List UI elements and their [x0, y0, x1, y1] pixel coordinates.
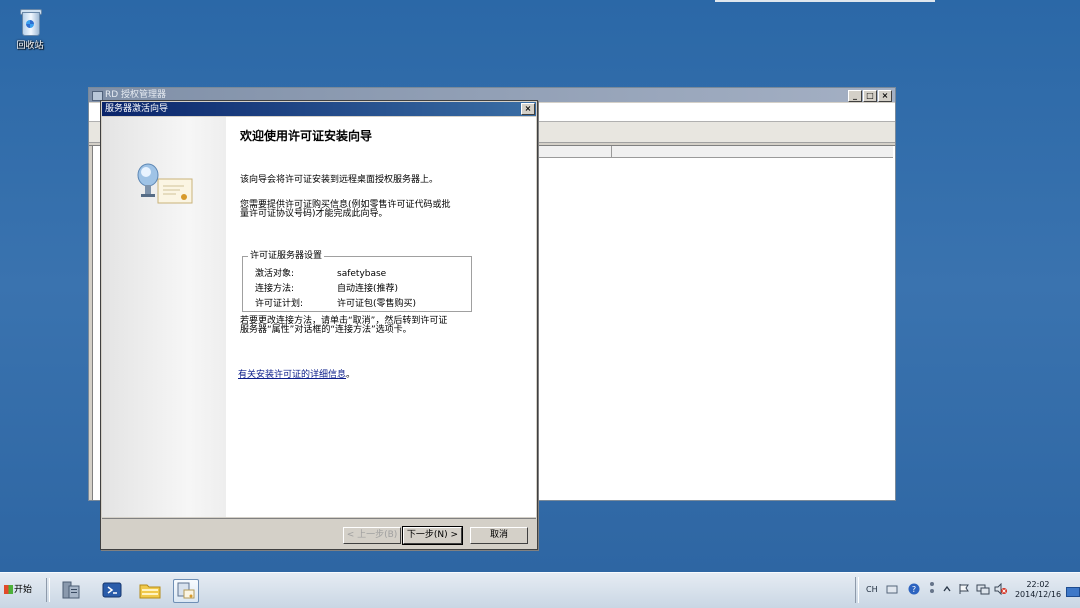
svg-text:?: ?: [912, 585, 916, 594]
more-info: 有关安装许可证的详细信息。: [238, 367, 355, 380]
language-indicator[interactable]: CH: [866, 585, 878, 594]
wizard-sidebar: [102, 117, 226, 517]
volume-muted-icon[interactable]: [994, 583, 1008, 595]
clock-time: 22:02: [1026, 580, 1050, 589]
powershell-button[interactable]: [100, 579, 124, 601]
column-divider[interactable]: [611, 146, 612, 157]
more-info-suffix: 。: [346, 370, 356, 380]
recycle-bin-label: 回收站: [16, 41, 44, 51]
change-method-text-line2: 服务器“属性”对话框的“连接方法”选项卡。: [240, 325, 412, 335]
dialog-titlebar[interactable]: 服务器激活向导 ×: [102, 102, 536, 116]
rd-licensing-icon: [177, 582, 195, 599]
taskbar-separator: [46, 578, 50, 602]
start-label: 开始: [14, 585, 33, 595]
back-button[interactable]: < 上一步(B): [343, 527, 401, 544]
setting-key: 激活对象:: [255, 269, 295, 279]
license-server-settings-group: 许可证服务器设置 激活对象: safetybase 连接方法: 自动连接(推荐) 许…: [242, 251, 472, 312]
setting-value: 许可证包(零售购买): [337, 299, 417, 309]
requirement-text-line2: 量许可证协议号码)才能完成此向导。: [240, 209, 388, 219]
help-icon[interactable]: ?: [908, 583, 920, 595]
recycle-bin-shortcut[interactable]: 回收站: [10, 6, 50, 51]
setting-key: 许可证计划:: [255, 299, 304, 309]
start-button[interactable]: 开始: [2, 580, 44, 600]
minimize-button[interactable]: _: [848, 90, 862, 102]
file-explorer-button[interactable]: [138, 579, 162, 601]
intro-text: 该向导会将许可证安装到远程桌面授权服务器上。: [240, 175, 439, 185]
top-strip: [715, 0, 935, 2]
maximize-button[interactable]: □: [863, 90, 877, 102]
action-center-flag-icon[interactable]: [958, 583, 970, 595]
dialog-title: 服务器激活向导: [105, 104, 169, 114]
clock-date: 2014/12/16: [1014, 590, 1062, 599]
show-hidden-icons-chevron-icon[interactable]: [942, 584, 952, 594]
setting-row: 连接方法: 自动连接(推荐): [255, 281, 398, 294]
tray-separator: [855, 577, 859, 603]
server-manager-button[interactable]: [60, 579, 84, 601]
dialog-close-button[interactable]: ×: [521, 103, 535, 115]
setting-value: safetybase: [337, 269, 387, 279]
rd-licensing-taskbar-button[interactable]: [173, 579, 199, 603]
desktop: 回收站 RD 授权管理器 _ □ × 服务器激活向导 × 欢迎使用许可证安装向导…: [0, 0, 1080, 572]
window-title: RD 授权管理器: [105, 90, 167, 100]
taskbar: 开始 CH ? 22:02 2014/12/16: [0, 572, 1080, 608]
wizard-heading: 欢迎使用许可证安装向导: [240, 129, 373, 143]
windows-logo-icon: [4, 585, 13, 594]
setting-value: 自动连接(推荐): [337, 284, 399, 294]
setting-row: 激活对象: safetybase: [255, 266, 386, 279]
network-icon[interactable]: [976, 583, 990, 595]
show-desktop-button[interactable]: [1066, 587, 1080, 597]
close-button[interactable]: ×: [878, 90, 892, 102]
powershell-icon: [102, 582, 122, 598]
server-manager-icon: [62, 581, 80, 599]
license-certificate-icon: [137, 163, 193, 204]
setting-row: 许可证计划: 许可证包(零售购买): [255, 296, 416, 309]
group-title: 许可证服务器设置: [248, 251, 325, 261]
next-button[interactable]: 下一步(N) >: [402, 526, 463, 545]
more-info-link[interactable]: 有关安装许可证的详细信息: [238, 370, 346, 380]
server-activation-wizard[interactable]: 服务器激活向导 × 欢迎使用许可证安装向导 该向导会将许可证安装到远程桌面授权服…: [100, 100, 538, 550]
list-header[interactable]: [537, 146, 893, 158]
notification-icons[interactable]: [928, 579, 936, 601]
dialog-footer: < 上一步(B) 下一步(N) > 取消: [102, 518, 536, 549]
system-clock[interactable]: 22:02 2014/12/16: [1012, 580, 1064, 600]
tree-pane-edge: [89, 146, 93, 500]
file-explorer-icon: [139, 584, 161, 599]
recycle-bin-icon: [17, 6, 43, 36]
dialog-body: 欢迎使用许可证安装向导 该向导会将许可证安装到远程桌面授权服务器上。 您需要提供…: [102, 117, 536, 517]
setting-key: 连接方法:: [255, 284, 295, 294]
keyboard-icon[interactable]: [886, 584, 898, 595]
cancel-button[interactable]: 取消: [470, 527, 528, 544]
